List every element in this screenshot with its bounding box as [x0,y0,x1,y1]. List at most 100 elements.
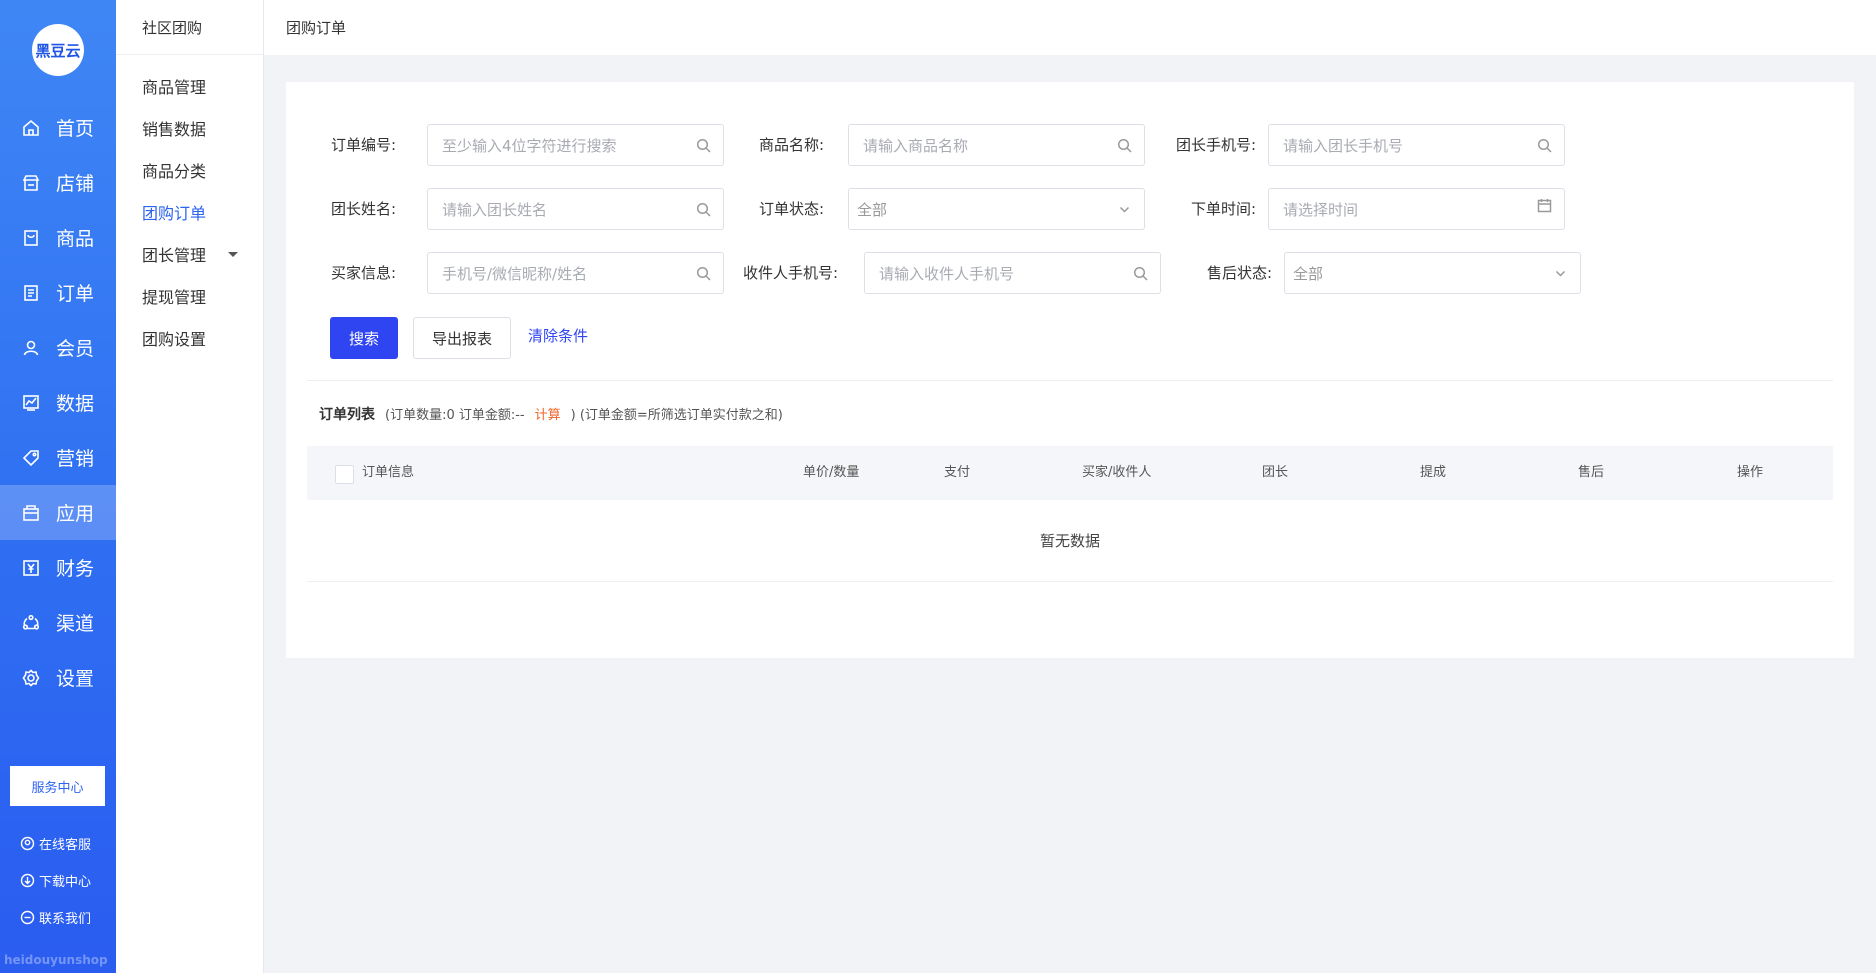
column-aftersale: 售后 [1578,465,1605,480]
column-actions: 操作 [1737,465,1764,480]
support-icon [20,836,35,851]
page-title: 团购订单 [286,19,347,37]
receiver-phone-label: 收件人手机号: [742,264,838,282]
aftersale-status-value: 全部 [1293,265,1324,283]
subnav-item-label: 团购设置 [142,330,207,349]
subnav-item-withdraw-manage[interactable]: 提现管理 [116,275,263,317]
nav-item-app[interactable]: 应用 [0,485,116,540]
subnav-item-label: 商品分类 [142,162,207,181]
app-icon [22,504,40,522]
nav-item-order[interactable]: 订单 [0,265,116,320]
order-no-placeholder: 至少输入4位字符进行搜索 [442,137,617,155]
primary-nav: 首页 店铺 商品 订单 会员 数据 营销 应用 财务 渠道 设置 [0,100,116,705]
nav-item-label: 店铺 [56,173,95,195]
brand-logo[interactable]: 黑豆云 [32,24,84,76]
order-icon [22,284,40,302]
subnav-item-product-category[interactable]: 商品分类 [116,149,263,191]
search-icon [696,138,711,153]
order-no-input[interactable]: 至少输入4位字符进行搜索 [427,124,724,166]
subnav-item-product-manage[interactable]: 商品管理 [116,65,263,107]
leader-phone-label: 团长手机号: [1175,136,1256,154]
aftersale-status-select[interactable]: 全部 [1284,252,1581,294]
contact-icon [20,910,35,925]
online-support-link[interactable]: 在线客服 [20,825,91,862]
nav-item-goods[interactable]: 商品 [0,210,116,265]
column-leader: 团长 [1262,465,1289,480]
subnav-item-label: 团长管理 [142,246,207,265]
secondary-sidebar: 社区团购 商品管理 销售数据 商品分类 团购订单 团长管理 提现管理 团购设置 [116,0,264,973]
home-icon [22,119,40,137]
leader-phone-input[interactable]: 请输入团长手机号 [1268,124,1565,166]
leader-name-placeholder: 请输入团长姓名 [442,201,548,219]
leader-phone-placeholder: 请输入团长手机号 [1283,137,1404,155]
nav-item-label: 应用 [56,503,95,525]
order-list-note: ) (订单金额=所筛选订单实付款之和) [570,408,783,423]
nav-item-finance[interactable]: 财务 [0,540,116,595]
search-icon [1117,138,1132,153]
calculate-link[interactable]: 计算 [535,404,561,423]
goods-icon [22,229,40,247]
search-icon [696,202,711,217]
clear-filters-link[interactable]: 清除条件 [526,314,590,356]
chart-icon [22,394,40,412]
subnav-list: 商品管理 销售数据 商品分类 团购订单 团长管理 提现管理 团购设置 [116,55,263,359]
contact-us-label: 联系我们 [39,912,92,927]
subnav-item-group-orders[interactable]: 团购订单 [116,191,263,233]
nav-item-member[interactable]: 会员 [0,320,116,375]
primary-sidebar: 黑豆云 首页 店铺 商品 订单 会员 数据 营销 应用 财务 渠道 设置 服务中… [0,0,116,973]
nav-item-data[interactable]: 数据 [0,375,116,430]
contact-us-link[interactable]: 联系我们 [20,899,91,936]
user-icon [22,339,40,357]
order-list-summary: (订单数量:0 订单金额:-- [385,408,525,423]
search-button[interactable]: 搜索 [330,317,398,359]
download-center-link[interactable]: 下载中心 [20,862,91,899]
calendar-icon [1537,198,1552,213]
subnav-title: 社区团购 [116,0,263,55]
product-name-input[interactable]: 请输入商品名称 [848,124,1145,166]
order-list-header: 订单列表 (订单数量:0 订单金额:-- 计算 ) (订单金额=所筛选订单实付款… [319,404,783,424]
subnav-item-sales-data[interactable]: 销售数据 [116,107,263,149]
search-icon [1537,138,1552,153]
receiver-phone-placeholder: 请输入收件人手机号 [879,265,1015,283]
product-name-label: 商品名称: [758,136,824,154]
buyer-info-placeholder: 手机号/微信昵称/姓名 [442,265,588,283]
buyer-info-label: 买家信息: [330,264,396,282]
order-time-picker[interactable]: 请选择时间 [1268,188,1565,230]
orders-card: 订单编号: 至少输入4位字符进行搜索 商品名称: 请输入商品名称 团长手机号: … [286,82,1854,658]
subnav-item-leader-manage[interactable]: 团长管理 [116,233,263,275]
nav-item-label: 首页 [56,118,95,140]
receiver-phone-input[interactable]: 请输入收件人手机号 [864,252,1161,294]
nav-item-settings[interactable]: 设置 [0,650,116,705]
order-status-select[interactable]: 全部 [848,188,1145,230]
brand-watermark: heidouyunshop [4,953,108,967]
leader-name-input[interactable]: 请输入团长姓名 [427,188,724,230]
buyer-info-input[interactable]: 手机号/微信昵称/姓名 [427,252,724,294]
nav-item-channel[interactable]: 渠道 [0,595,116,650]
download-center-label: 下载中心 [39,875,92,890]
select-all-checkbox[interactable] [335,465,354,484]
column-commission: 提成 [1420,465,1447,480]
tag-icon [22,449,40,467]
order-table-header: 订单信息 单价/数量 支付 买家/收件人 团长 提成 售后 操作 [307,446,1833,500]
nav-item-label: 设置 [56,668,95,690]
nav-item-label: 会员 [56,338,95,360]
order-status-label: 订单状态: [758,200,824,218]
subnav-item-label: 销售数据 [142,120,207,139]
order-time-placeholder: 请选择时间 [1283,201,1359,219]
nav-item-marketing[interactable]: 营销 [0,430,116,485]
subnav-item-group-settings[interactable]: 团购设置 [116,317,263,359]
nav-item-store[interactable]: 店铺 [0,155,116,210]
nav-item-label: 财务 [56,558,95,580]
caret-down-icon [228,251,239,257]
section-divider [307,380,1833,381]
service-center-button[interactable]: 服务中心 [10,766,105,806]
subnav-item-label: 商品管理 [142,78,207,97]
chevron-down-icon [1117,202,1132,217]
channel-icon [22,614,40,632]
page-header: 团购订单 [264,0,1876,55]
nav-item-label: 数据 [56,393,95,415]
download-icon [20,873,35,888]
product-name-placeholder: 请输入商品名称 [863,137,969,155]
nav-item-home[interactable]: 首页 [0,100,116,155]
export-report-button[interactable]: 导出报表 [413,317,511,359]
